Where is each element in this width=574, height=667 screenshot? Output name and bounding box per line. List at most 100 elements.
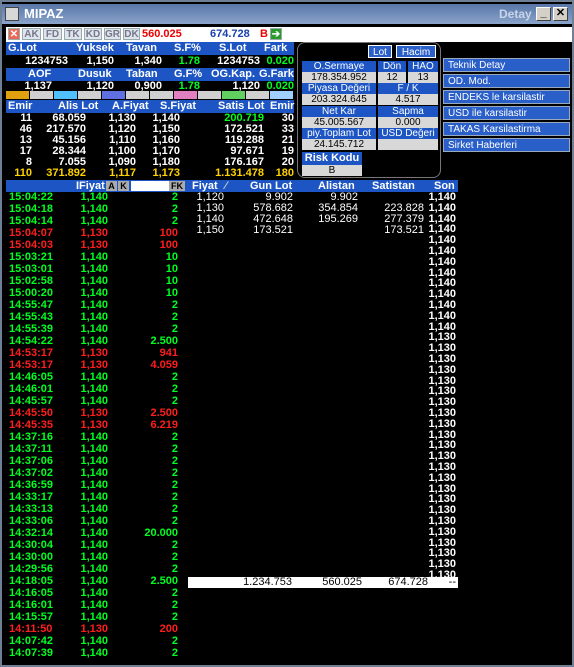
trade-row[interactable]: 14:11:50 1,130 200 xyxy=(6,624,186,635)
trade-row[interactable]: 14:37:06 1,140 2 xyxy=(6,456,186,467)
menu-takas-karsilastirma[interactable]: TAKAS Karsilastirma xyxy=(443,122,570,136)
trade-time: 14:07:39 xyxy=(9,647,54,659)
menu-teknik-detay[interactable]: Teknik Detay xyxy=(443,58,570,72)
depth-cell: 371.892 xyxy=(46,167,86,179)
trade-row[interactable]: 14:46:01 1,140 2 xyxy=(6,384,186,395)
trade-row[interactable]: 14:36:59 1,140 2 xyxy=(6,480,186,491)
trade-row[interactable]: 14:16:05 1,140 2 xyxy=(6,588,186,599)
tab-dk[interactable]: DK xyxy=(123,28,140,40)
trade-row[interactable]: 14:16:01 1,140 2 xyxy=(6,600,186,611)
trade-row[interactable]: 15:04:14 1,140 2 xyxy=(6,216,186,227)
trade-row[interactable]: 14:55:43 1,140 2 xyxy=(6,312,186,323)
trade-time: 14:16:01 xyxy=(9,599,54,611)
trade-lot: 2 xyxy=(171,323,178,335)
value-piy-toplam-lot: 24.145.712 xyxy=(302,139,376,150)
toolbar-value-2: 674.728 xyxy=(210,28,250,40)
trade-lot: 6.219 xyxy=(150,419,178,431)
trade-row[interactable]: 14:07:39 1,140 2 xyxy=(6,648,186,659)
arrow-right-icon[interactable]: ➔ xyxy=(270,28,282,40)
minimize-button[interactable]: _ xyxy=(536,7,551,21)
trade-row[interactable]: 15:04:22 1,140 2 xyxy=(6,192,186,203)
trade-row[interactable]: 14:53:17 1,130 941 xyxy=(6,348,186,359)
trade-time: 15:04:22 xyxy=(9,191,54,203)
depth-cell: 1,173 xyxy=(152,167,180,179)
label-usd-degeri: USD Değeri xyxy=(378,128,438,139)
trade-row[interactable]: 14:30:00 1,140 2 xyxy=(6,552,186,563)
trade-price: 1,140 xyxy=(80,599,108,611)
filter-input[interactable] xyxy=(131,181,169,191)
trade-time: 14:37:16 xyxy=(9,431,54,443)
trade-row[interactable]: 14:46:05 1,140 2 xyxy=(6,372,186,383)
menu-endeks-karsilastir[interactable]: ENDEKS le karsilastir xyxy=(443,90,570,104)
k-button[interactable]: K xyxy=(118,181,129,191)
trade-lot: 10 xyxy=(165,251,178,263)
trade-lot: 2.500 xyxy=(150,407,178,419)
menu-sirket-haberleri[interactable]: Sirket Haberleri xyxy=(443,138,570,152)
trade-lot: 10 xyxy=(165,263,178,275)
trade-price: 1,140 xyxy=(80,455,108,467)
trade-row[interactable]: 14:30:04 1,140 2 xyxy=(6,540,186,551)
trade-row[interactable]: 14:18:05 1,140 2.500 xyxy=(6,576,186,587)
tab-tk[interactable]: TK xyxy=(64,28,82,40)
value-fark: 0.020 xyxy=(266,55,294,67)
value-osermaye: 178.354.952 xyxy=(302,72,376,83)
close-icon[interactable]: ✕ xyxy=(8,28,20,40)
trade-row[interactable]: 14:53:17 1,130 4.059 xyxy=(6,360,186,371)
trade-time: 15:02:58 xyxy=(9,275,54,287)
trade-row[interactable]: 15:04:07 1,130 100 xyxy=(6,228,186,239)
trade-time: 14:16:05 xyxy=(9,587,54,599)
trade-lot: 2 xyxy=(171,599,178,611)
depth-row[interactable]: 110 371.892 1,117 1,173 1.131.478 180 xyxy=(6,168,294,179)
trade-price: 1,140 xyxy=(80,539,108,551)
book-row[interactable]: 1,150 173.521 173.521 xyxy=(190,225,458,236)
trade-row[interactable]: 14:33:13 1,140 2 xyxy=(6,504,186,515)
trade-row[interactable]: 14:55:47 1,140 2 xyxy=(6,300,186,311)
summary-header-1: G.Lot Yuksek Tavan S.F% S.Lot Fark xyxy=(6,42,294,55)
a-button[interactable]: A xyxy=(106,181,117,191)
tab-gr[interactable]: GR xyxy=(104,28,121,40)
tab-ak[interactable]: AK xyxy=(22,28,41,40)
trade-time: 14:29:56 xyxy=(9,563,54,575)
header-sf: S.F% xyxy=(174,42,201,54)
close-button[interactable]: ✕ xyxy=(553,7,568,21)
trade-row[interactable]: 14:37:16 1,140 2 xyxy=(6,432,186,443)
tab-kd[interactable]: KD xyxy=(84,28,102,40)
title-bar[interactable]: MIPAZ Detay _ ✕ xyxy=(2,4,572,24)
trade-row[interactable]: 15:02:58 1,140 10 xyxy=(6,276,186,287)
trade-row[interactable]: 14:07:42 1,140 2 xyxy=(6,636,186,647)
trade-row[interactable]: 14:37:11 1,140 2 xyxy=(6,444,186,455)
trade-row[interactable]: 15:04:03 1,130 100 xyxy=(6,240,186,251)
trade-row[interactable]: 15:03:01 1,140 10 xyxy=(6,264,186,275)
trade-row[interactable]: 14:54:22 1,140 2.500 xyxy=(6,336,186,347)
menu-od-mod[interactable]: OD. Mod. xyxy=(443,74,570,88)
trade-row[interactable]: 14:15:57 1,140 2 xyxy=(6,612,186,623)
trade-row[interactable]: 14:37:02 1,140 2 xyxy=(6,468,186,479)
trade-price: 1,140 xyxy=(80,431,108,443)
sort-icon: ∕ xyxy=(225,180,227,192)
trade-row[interactable]: 14:45:57 1,140 2 xyxy=(6,396,186,407)
trade-row[interactable]: 14:45:50 1,130 2.500 xyxy=(6,408,186,419)
trade-row[interactable]: 15:00:20 1,140 10 xyxy=(6,288,186,299)
trade-row[interactable]: 14:33:06 1,140 2 xyxy=(6,516,186,527)
trade-row[interactable]: 14:45:35 1,130 6.219 xyxy=(6,420,186,431)
trade-time: 15:04:07 xyxy=(9,227,54,239)
trade-row[interactable]: 14:33:17 1,140 2 xyxy=(6,492,186,503)
label-don: Dön xyxy=(378,61,406,72)
trade-time: 14:46:05 xyxy=(9,371,54,383)
hacim-button[interactable]: Hacim xyxy=(396,45,436,58)
value-risk-kodu: B xyxy=(302,165,362,176)
trade-row[interactable]: 15:04:18 1,140 2 xyxy=(6,204,186,215)
toolbar: ✕ AK FD TK KD GR DK 560.025 674.728 B ➔ xyxy=(6,27,572,42)
fk-button[interactable]: FK xyxy=(169,181,185,191)
trade-lot: 2 xyxy=(171,491,178,503)
header-glot: G.Lot xyxy=(8,42,37,54)
lot-button[interactable]: Lot xyxy=(368,45,392,58)
detail-label: Detay xyxy=(499,7,532,21)
menu-usd-karsilastir[interactable]: USD ile karsilastir xyxy=(443,106,570,120)
trade-row[interactable]: 15:03:21 1,140 10 xyxy=(6,252,186,263)
value-piyasa-degeri: 203.324.645 xyxy=(302,94,376,105)
trade-row[interactable]: 14:29:56 1,140 2 xyxy=(6,564,186,575)
trade-row[interactable]: 14:32:14 1,140 20.000 xyxy=(6,528,186,539)
tab-fd[interactable]: FD xyxy=(43,28,62,40)
trade-row[interactable]: 14:55:39 1,140 2 xyxy=(6,324,186,335)
